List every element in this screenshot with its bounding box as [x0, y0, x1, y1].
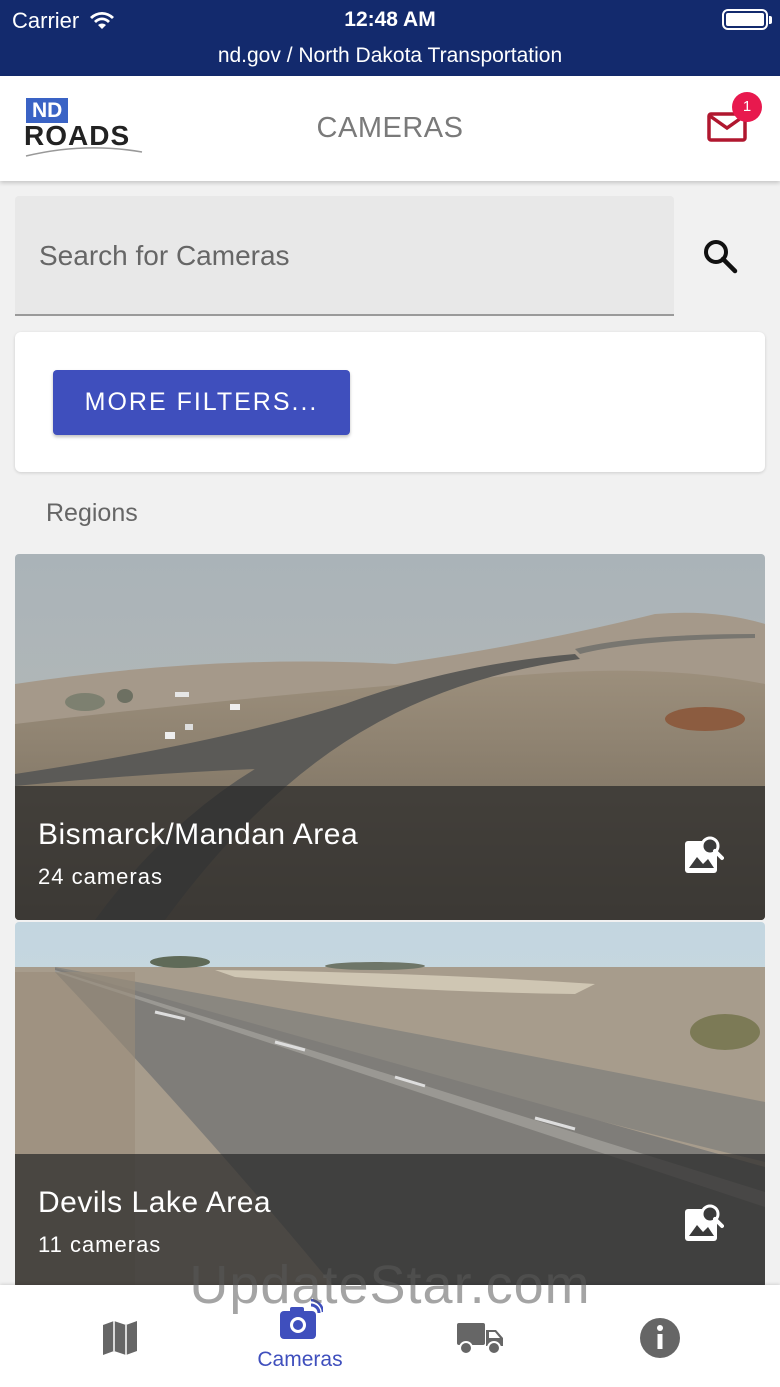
page-url: nd.gov / North Dakota Transportation	[217, 44, 563, 67]
nav-cameras-label: Cameras	[257, 1348, 343, 1371]
status-bar: Carrier 12:48 AM nd.gov / North Dakota T…	[0, 0, 780, 76]
camera-icon	[280, 1299, 323, 1339]
region-card-bismarck-mandan[interactable]: Bismarck/Mandan Area 24 cameras	[15, 554, 765, 920]
search-field[interactable]	[15, 196, 674, 316]
truck-icon	[457, 1323, 503, 1355]
search-icon[interactable]	[700, 236, 740, 276]
status-time: 12:48 AM	[344, 8, 436, 31]
region-card-overlay: Devils Lake Area 11 cameras	[15, 1154, 765, 1288]
nav-trucks[interactable]	[390, 1285, 570, 1387]
mail-badge: 1	[732, 92, 762, 122]
info-icon	[640, 1318, 680, 1358]
region-name: Bismarck/Mandan Area	[38, 818, 359, 851]
nav-map[interactable]	[30, 1285, 210, 1387]
region-name: Devils Lake Area	[38, 1186, 272, 1219]
map-icon	[103, 1321, 137, 1355]
bottom-navigation: Cameras	[0, 1285, 780, 1387]
nav-cameras[interactable]: Cameras	[210, 1285, 390, 1387]
nav-info[interactable]	[570, 1285, 750, 1387]
image-search-icon[interactable]	[682, 834, 724, 876]
page-title: CAMERAS	[316, 112, 464, 144]
battery-icon	[722, 9, 772, 30]
regions-heading: Regions	[46, 499, 138, 527]
search-input[interactable]	[39, 236, 639, 276]
filters-card: MORE FILTERS...	[15, 332, 765, 472]
region-camera-count: 11 cameras	[38, 1232, 162, 1257]
region-camera-count: 24 cameras	[38, 864, 163, 889]
image-search-icon[interactable]	[682, 1202, 724, 1244]
app-header: ND ROADS CAMERAS	[0, 76, 780, 181]
region-card-overlay: Bismarck/Mandan Area 24 cameras	[15, 786, 765, 920]
region-card-devils-lake[interactable]: Devils Lake Area 11 cameras	[15, 922, 765, 1288]
more-filters-button[interactable]: MORE FILTERS...	[53, 370, 350, 435]
